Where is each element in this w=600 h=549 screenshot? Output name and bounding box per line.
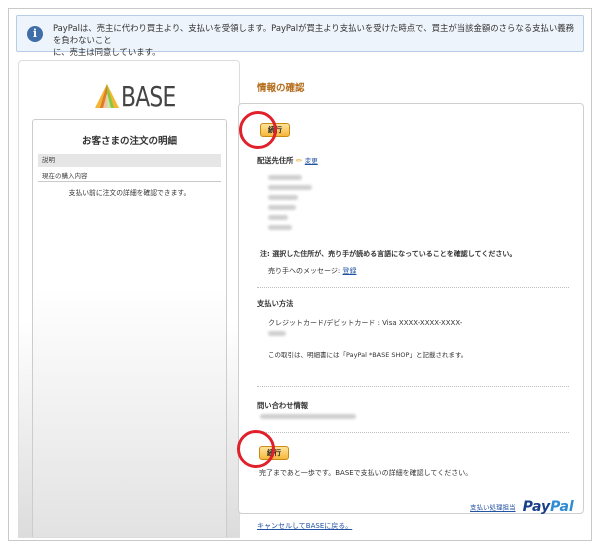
order-confirm-note: 支払い前に注文の詳細を確認できます。 xyxy=(68,189,191,197)
order-details-box: お客さまの注文の明細 説明 現在の購入内容 支払い前に注文の詳細を確認できます。 xyxy=(32,119,227,537)
finish-note: 完了まであと一歩です。BASEで支払いの詳細を確認してください。 xyxy=(259,469,473,477)
notice-line-1: PayPalは、売主に代わり買主より、支払いを受領します。PayPalが買主より… xyxy=(53,23,574,45)
statement-descriptor-note: この取引は、明細書には「PayPal *BASE SHOP」と記載されます。 xyxy=(268,351,468,359)
paypal-logo-pay: Pay xyxy=(522,498,551,515)
base-logo-tent-icon xyxy=(95,84,119,108)
base-logo-text: BASE xyxy=(121,80,176,113)
order-details-title: お客さまの注文の明細 xyxy=(81,136,177,147)
paypal-notice-banner: i PayPalは、売主に代わり買主より、支払いを受領します。PayPalが買主… xyxy=(16,15,584,57)
address-line-redacted-3 xyxy=(268,195,298,200)
seller-message-row: 売り手へのメッセージ: 登録 xyxy=(268,266,356,276)
shipping-address-label: 配送先住所 ✏ 変更 xyxy=(257,155,318,166)
change-address-link[interactable]: 変更 xyxy=(305,157,318,165)
paypal-logo: PayPal xyxy=(523,499,574,515)
notice-text: PayPalは、売主に代わり買主より、支払いを受領します。PayPalが買主より… xyxy=(53,22,579,58)
merchant-sidebar: BASE お客さまの注文の明細 説明 現在の購入内容 支払い前に注文の詳細を確認… xyxy=(18,60,240,538)
highlight-circle-bottom xyxy=(237,430,275,468)
address-line-redacted-4 xyxy=(268,205,296,210)
info-icon: i xyxy=(27,26,43,42)
contact-info-label: 問い合わせ情報 xyxy=(257,401,309,410)
address-line-redacted-1 xyxy=(268,175,302,180)
payment-processor-label: 支払い処理担当 xyxy=(470,503,516,512)
address-line-redacted-6 xyxy=(268,225,292,230)
pencil-icon: ✏ xyxy=(296,156,303,165)
payment-method-label: 支払い方法 xyxy=(257,299,294,308)
cancel-return-link[interactable]: キャンセルしてBASEに戻る。 xyxy=(257,521,352,531)
register-message-link[interactable]: 登録 xyxy=(342,267,356,275)
current-items-label: 現在の購入内容 xyxy=(38,170,221,182)
section-divider-1 xyxy=(257,287,569,288)
address-line-redacted-5 xyxy=(268,215,288,220)
seller-message-label: 売り手へのメッセージ: xyxy=(268,267,341,275)
notice-line-2: に、売主は同意しています。 xyxy=(53,47,161,57)
contact-email-redacted xyxy=(260,414,356,419)
paypal-footer: 支払い処理担当 PayPal xyxy=(470,496,574,515)
description-header: 説明 xyxy=(38,154,221,167)
shipping-language-note: 注: 選択した住所が、売り手が読める言語になっていることを確認してください。 xyxy=(260,250,517,258)
card-info-text: クレジットカード/デビットカード : Visa XXXX-XXXX-XXXX- xyxy=(268,319,463,327)
paypal-logo-pal: Pal xyxy=(550,498,574,515)
page-title: 情報の確認 xyxy=(257,83,305,94)
section-divider-3 xyxy=(257,432,569,433)
highlight-circle-top xyxy=(239,111,277,149)
card-digits-redacted xyxy=(268,331,286,336)
address-line-redacted-2 xyxy=(268,185,312,190)
section-divider-2 xyxy=(257,386,569,387)
shipping-address-text: 配送先住所 xyxy=(257,156,294,165)
